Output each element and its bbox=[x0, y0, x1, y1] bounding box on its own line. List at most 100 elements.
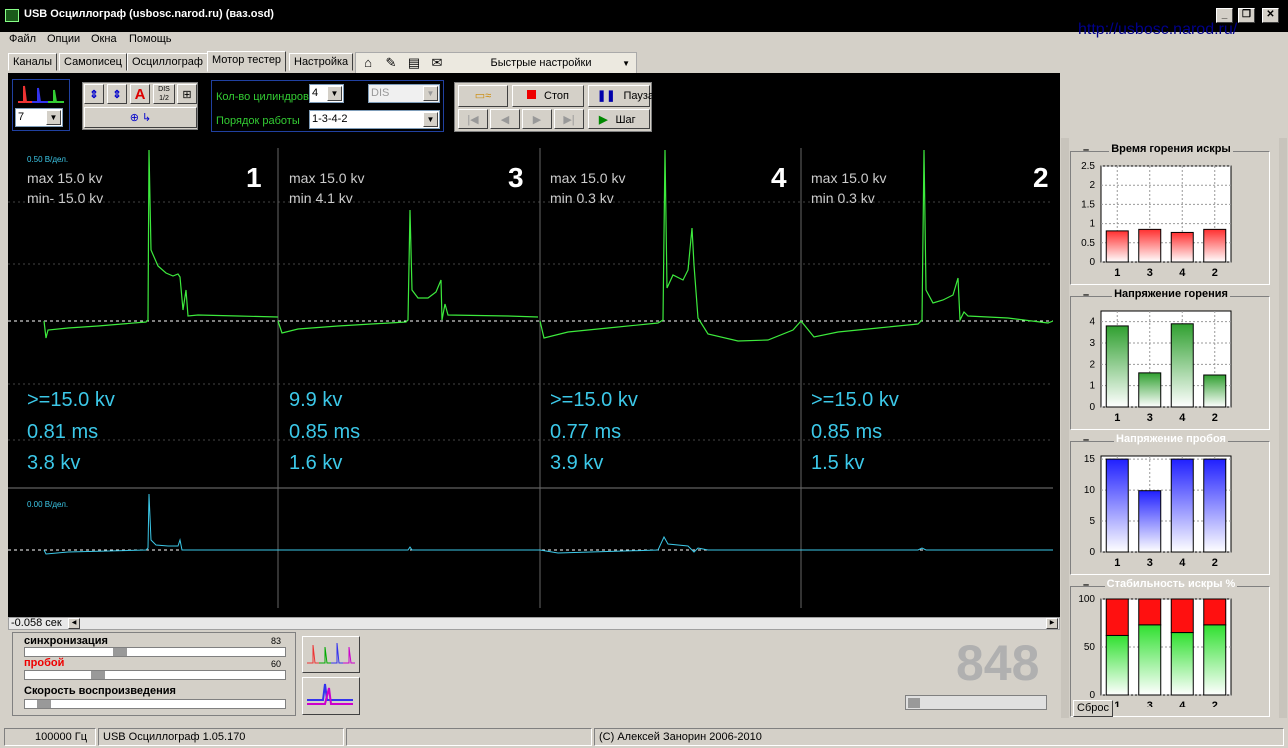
breakdown-voltage-chart: 15 10 5 0 1 3 4 2 bbox=[1084, 454, 1232, 569]
cylinder-min: min 0.3 kv bbox=[550, 190, 614, 206]
statistics-panel: – Время горения искры 2.5 2 1.5 1 0.5 0 1 3 4 2 –… bbox=[1063, 138, 1279, 718]
category-label: 1 bbox=[1114, 267, 1120, 279]
peak-voltage: >=15.0 kv bbox=[550, 389, 638, 411]
menu-windows[interactable]: Окна bbox=[91, 33, 117, 45]
breakdown-slider-thumb[interactable] bbox=[91, 671, 105, 679]
sync-slider-thumb[interactable] bbox=[113, 648, 127, 656]
category-label: 1 bbox=[1114, 700, 1120, 707]
scroll-right-icon[interactable]: ▶ bbox=[1046, 618, 1058, 629]
time-offset: -0.058 сек bbox=[11, 617, 62, 629]
window-title: USB Осциллограф (usbosc.narod.ru) (ваз.o… bbox=[24, 8, 274, 20]
open-wave-icon[interactable]: ▭≈ bbox=[458, 85, 508, 107]
reset-button[interactable]: Сброс bbox=[1073, 700, 1113, 717]
sync-value: 83 bbox=[271, 636, 282, 646]
progress-thumb bbox=[908, 698, 920, 708]
breakdown-slider[interactable] bbox=[24, 670, 286, 680]
export-icon[interactable]: ✉ bbox=[429, 55, 445, 71]
bar bbox=[1170, 632, 1194, 696]
bar bbox=[1138, 228, 1162, 263]
multi-channel-view-button[interactable] bbox=[302, 636, 360, 673]
firing-order-label: Порядок работы bbox=[216, 115, 300, 127]
zoom-icon[interactable]: ⊕ ↳ bbox=[84, 107, 197, 128]
menu-options[interactable]: Опции bbox=[47, 33, 80, 45]
scale-both-icon[interactable]: ⇕ bbox=[107, 84, 127, 104]
bar bbox=[1138, 624, 1162, 696]
auto-scale-button[interactable]: A bbox=[130, 84, 150, 104]
tick-label: 0 bbox=[1089, 402, 1095, 413]
bar bbox=[1138, 372, 1162, 408]
website-url[interactable]: http://usbosc.narod.ru/ bbox=[1078, 21, 1237, 39]
splitter[interactable] bbox=[1061, 138, 1069, 718]
time-scrollbar[interactable] bbox=[8, 617, 1060, 630]
bar bbox=[1138, 490, 1162, 553]
tick-label: 0 bbox=[1089, 547, 1095, 558]
tick-label: 0 bbox=[1089, 257, 1095, 268]
pause-button[interactable]: ❚❚ Пауза bbox=[588, 85, 654, 107]
peak-voltage: >=15.0 kv bbox=[27, 389, 115, 411]
tab-recorder[interactable]: Самописец bbox=[59, 53, 127, 71]
tick-label: 0.5 bbox=[1081, 238, 1095, 249]
overlay-waveform-icon bbox=[307, 683, 353, 705]
tab-channels[interactable]: Каналы bbox=[8, 53, 58, 71]
next-frame-icon[interactable]: ▶ bbox=[522, 109, 552, 129]
maximize-button[interactable]: ❐ bbox=[1238, 8, 1255, 23]
bar bbox=[1203, 228, 1227, 263]
firing-order-select[interactable]: 1-3-4-2 ▼ bbox=[309, 110, 440, 129]
stop-icon bbox=[527, 90, 536, 99]
tick-label: 10 bbox=[1084, 485, 1096, 496]
dis-button[interactable]: DIS 1/2 bbox=[153, 84, 175, 104]
oscilloscope-view[interactable]: 0.50 В/дел. 0.00 В/дел. 1 max 15.0 kv mi… bbox=[8, 140, 1053, 608]
chevron-down-icon: ▼ bbox=[423, 112, 438, 127]
ignition-type-select[interactable]: DIS ▼ bbox=[368, 84, 440, 103]
speed-slider[interactable] bbox=[24, 699, 286, 709]
tab-oscilloscope[interactable]: Осциллограф bbox=[127, 53, 208, 71]
pause-label: Пауза bbox=[623, 90, 654, 102]
cylinders-select[interactable]: 4 ▼ bbox=[309, 84, 344, 103]
bar bbox=[1105, 325, 1129, 408]
quick-settings-dropdown[interactable]: Быстрые настройки ▼ bbox=[450, 55, 632, 72]
save-icon[interactable]: ✎ bbox=[383, 55, 399, 71]
category-label: 2 bbox=[1212, 412, 1218, 424]
speed-label: Скорость воспроизведения bbox=[24, 685, 176, 697]
tick-label: 3 bbox=[1089, 338, 1095, 349]
tick-label: 15 bbox=[1084, 454, 1096, 465]
open-icon[interactable]: ⌂ bbox=[360, 55, 376, 71]
menu-file[interactable]: Файл bbox=[9, 33, 36, 45]
sync-slider[interactable] bbox=[24, 647, 286, 657]
category-label: 2 bbox=[1212, 700, 1218, 707]
cylinders-value: 4 bbox=[312, 87, 319, 99]
cylinder-number: 3 bbox=[508, 162, 524, 193]
stop-button[interactable]: Стоп bbox=[512, 85, 584, 107]
bar bbox=[1105, 458, 1129, 553]
grid-cursor-icon[interactable]: ⊞ bbox=[177, 84, 197, 104]
scope-grid bbox=[8, 148, 1053, 608]
tick-label: 1 bbox=[1089, 381, 1095, 392]
close-button[interactable]: ✕ bbox=[1262, 8, 1279, 23]
splitter[interactable] bbox=[1279, 138, 1287, 718]
upper-scale-label: 0.50 В/дел. bbox=[27, 155, 69, 164]
category-label: 3 bbox=[1147, 267, 1153, 279]
scale-up-down-icon[interactable]: ⇕ bbox=[84, 84, 104, 104]
status-copyright: (С) Алексей Занорин 2006-2010 bbox=[594, 728, 1284, 746]
cylinder-min: min 0.3 kv bbox=[811, 190, 875, 206]
last-frame-icon[interactable]: ▶| bbox=[554, 109, 584, 129]
first-frame-icon[interactable]: |◀ bbox=[458, 109, 488, 129]
speed-slider-thumb[interactable] bbox=[37, 700, 51, 708]
pause-icon: ❚❚ bbox=[597, 90, 616, 102]
status-empty bbox=[346, 728, 592, 746]
bar bbox=[1203, 374, 1227, 408]
print-icon[interactable]: ▤ bbox=[406, 55, 422, 71]
channel-select[interactable]: 7 ▼ bbox=[15, 108, 63, 127]
bar bbox=[1203, 458, 1227, 553]
spark-time: 0.85 ms bbox=[289, 421, 361, 443]
burn-voltage-group: – Напряжение горения 432101342 bbox=[1070, 288, 1270, 430]
tab-motor-tester[interactable]: Мотор тестер bbox=[207, 51, 287, 72]
prev-frame-icon[interactable]: ◀ bbox=[490, 109, 520, 129]
step-button[interactable]: ▶ Шаг bbox=[588, 109, 650, 129]
waveforms-icon bbox=[307, 642, 355, 664]
scroll-left-icon[interactable]: ◀ bbox=[68, 618, 80, 629]
menu-help[interactable]: Помощь bbox=[129, 33, 172, 45]
tab-settings[interactable]: Настройка bbox=[289, 53, 354, 71]
burn-voltage: 3.9 kv bbox=[550, 452, 604, 474]
overlay-view-button[interactable] bbox=[302, 677, 360, 715]
